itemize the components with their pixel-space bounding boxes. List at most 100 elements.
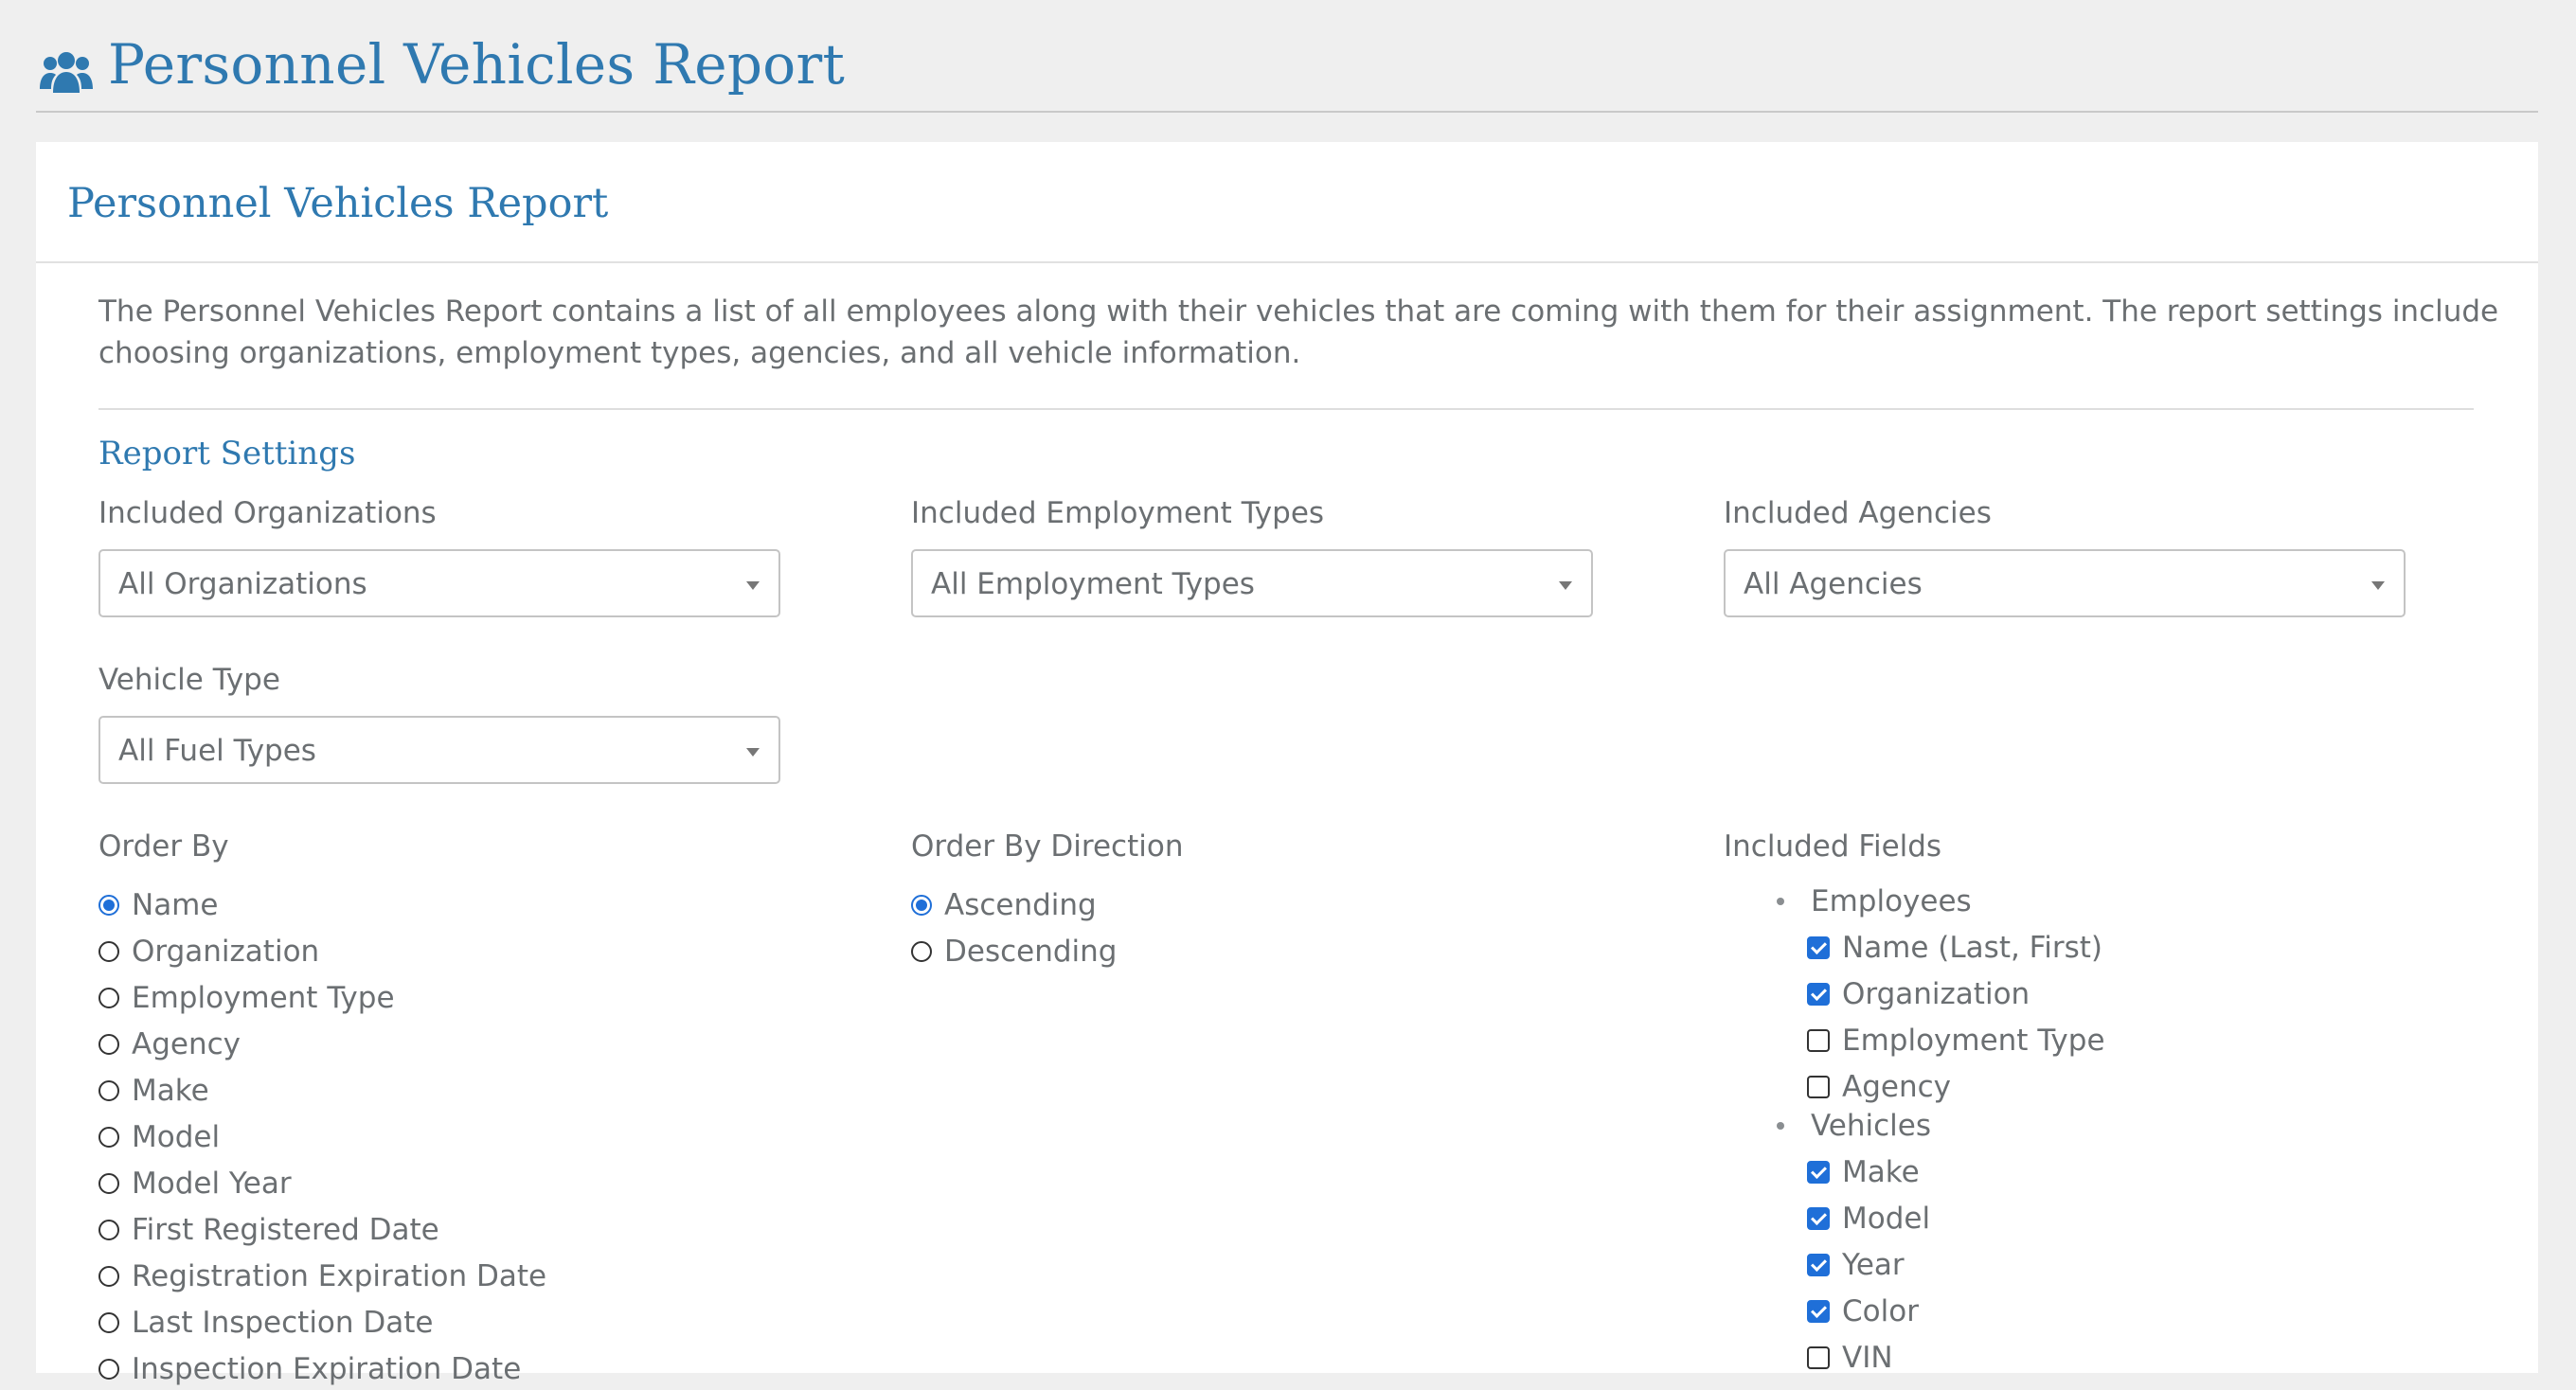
radio-button[interactable] [98,1359,119,1380]
caret-down-icon [746,748,760,757]
field-label: Color [1842,1294,1919,1328]
checkbox[interactable] [1807,1346,1830,1369]
option-label: Name [132,888,219,922]
option-label: Model [132,1120,221,1154]
order-by-option[interactable]: Make [98,1070,209,1112]
report-card: Personnel Vehicles Report The Personnel … [36,142,2538,1386]
radio-button[interactable] [98,1034,119,1055]
order-direction-option[interactable]: Descending [911,931,1117,972]
report-settings-title: Report Settings [98,435,356,472]
bullet-icon [1777,1122,1784,1130]
employment-types-select[interactable]: All Employment Types [911,549,1593,617]
agencies-select-value: All Agencies [1744,567,1923,601]
field-option[interactable]: Employment Type [1807,1020,2105,1061]
agencies-select[interactable]: All Agencies [1724,549,2406,617]
caret-down-icon [1559,581,1572,590]
option-label: Descending [944,935,1118,969]
field-option[interactable]: Name (Last, First) [1807,927,2102,969]
field-group-label: Employees [1811,884,1972,918]
organizations-select-value: All Organizations [118,567,367,601]
checkbox[interactable] [1807,1254,1830,1276]
option-label: Inspection Expiration Date [132,1352,522,1386]
field-label: Employment Type [1842,1024,2105,1058]
order-by-option[interactable]: Name [98,884,218,926]
caret-down-icon [2371,581,2385,590]
option-label: Model Year [132,1167,292,1201]
caret-down-icon [746,581,760,590]
checkbox[interactable] [1807,1161,1830,1184]
radio-button[interactable] [98,1127,119,1148]
checkbox[interactable] [1807,936,1830,959]
order-by-option[interactable]: Organization [98,931,319,972]
field-option[interactable]: Make [1807,1151,1920,1193]
radio-button[interactable] [98,895,119,916]
report-description: The Personnel Vehicles Report contains a… [98,294,2499,370]
radio-button[interactable] [911,895,932,916]
order-direction-label: Order By Direction [911,829,1184,864]
order-by-option[interactable]: Model Year [98,1163,292,1204]
field-option[interactable]: Organization [1807,973,2030,1015]
option-label: Last Inspection Date [132,1306,434,1340]
agencies-label: Included Agencies [1724,496,1992,530]
divider [98,408,2474,410]
order-by-label: Order By [98,829,229,864]
checkbox[interactable] [1807,1029,1830,1052]
page-title: Personnel Vehicles Report [108,32,846,97]
field-label: Year [1842,1248,1905,1282]
field-group-label: Vehicles [1811,1109,1932,1143]
field-label: Organization [1842,977,2030,1011]
order-by-option[interactable]: First Registered Date [98,1209,439,1251]
order-by-option[interactable]: Inspection Expiration Date [98,1348,521,1390]
organizations-label: Included Organizations [98,496,437,530]
radio-button[interactable] [98,941,119,962]
field-option[interactable]: Agency [1807,1066,1951,1108]
option-label: Ascending [944,888,1097,922]
option-label: Employment Type [132,981,395,1015]
field-group-vehicles: Vehicles [1777,1105,1931,1147]
organizations-select[interactable]: All Organizations [98,549,780,617]
checkbox[interactable] [1807,1207,1830,1230]
checkbox[interactable] [1807,1076,1830,1098]
included-fields-label: Included Fields [1724,829,1942,864]
bullet-icon [1777,898,1784,905]
radio-button[interactable] [98,1312,119,1333]
field-option[interactable]: VIN [1807,1337,1893,1379]
vehicle-type-label: Vehicle Type [98,663,280,697]
vehicle-type-select-value: All Fuel Types [118,734,316,768]
order-by-option[interactable]: Last Inspection Date [98,1302,434,1344]
order-by-option[interactable]: Employment Type [98,977,395,1019]
vehicle-type-select[interactable]: All Fuel Types [98,716,780,784]
card-header: Personnel Vehicles Report [36,142,2538,263]
field-option[interactable]: Color [1807,1291,1919,1332]
radio-button[interactable] [98,1080,119,1101]
order-by-option[interactable]: Registration Expiration Date [98,1256,546,1297]
order-direction-option[interactable]: Ascending [911,884,1097,926]
field-option[interactable]: Year [1807,1244,1905,1286]
page-header: Personnel Vehicles Report [36,0,2538,113]
option-label: Make [132,1074,209,1108]
radio-button[interactable] [98,1220,119,1240]
employment-types-label: Included Employment Types [911,496,1325,530]
option-label: Agency [132,1027,241,1061]
radio-button[interactable] [98,1266,119,1287]
option-label: First Registered Date [132,1213,439,1247]
users-icon [40,52,93,93]
field-label: Agency [1842,1070,1951,1104]
order-by-option[interactable]: Model [98,1116,220,1158]
field-label: VIN [1842,1341,1893,1375]
card-title: Personnel Vehicles Report [67,180,609,227]
option-label: Registration Expiration Date [132,1259,547,1293]
employment-types-select-value: All Employment Types [931,567,1255,601]
radio-button[interactable] [98,988,119,1008]
order-by-option[interactable]: Agency [98,1024,241,1065]
field-label: Model [1842,1202,1931,1236]
option-label: Organization [132,935,320,969]
field-label: Name (Last, First) [1842,931,2103,965]
checkbox[interactable] [1807,1300,1830,1323]
radio-button[interactable] [911,941,932,962]
field-group-employees: Employees [1777,881,1972,922]
radio-button[interactable] [98,1173,119,1194]
field-option[interactable]: Model [1807,1198,1930,1239]
field-label: Make [1842,1155,1920,1189]
checkbox[interactable] [1807,983,1830,1006]
